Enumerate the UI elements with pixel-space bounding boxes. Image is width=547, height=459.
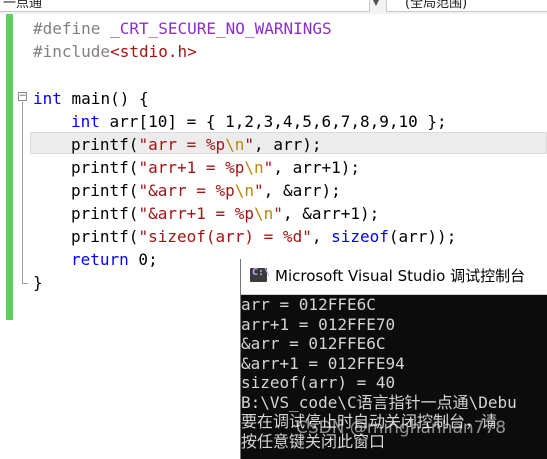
- code-line-array[interactable]: int arr[10] = { 1,2,3,4,5,6,7,8,9,10 };: [71, 110, 447, 133]
- code-text: , arr);: [254, 135, 322, 154]
- fold-guide-end: [22, 283, 28, 284]
- fold-guide-line: [22, 102, 23, 284]
- code-line-printf-3[interactable]: printf("&arr = %p\n", &arr);: [71, 179, 341, 202]
- scope-dropdown-right[interactable]: (全局范围): [386, 0, 547, 12]
- string-literal: ": [263, 158, 274, 177]
- code-text: printf(: [71, 227, 139, 246]
- code-text: printf(: [71, 204, 139, 223]
- change-tracking-bar: [6, 14, 13, 320]
- code-text: }: [33, 273, 43, 292]
- chevron-down-icon[interactable]: ▼: [369, 0, 383, 12]
- code-text: , &arr+1);: [282, 204, 380, 223]
- keyword: int: [33, 89, 62, 108]
- code-text: printf(: [71, 181, 139, 200]
- csdn-watermark: CSDN @minghanhan778: [296, 418, 507, 438]
- keyword: int: [71, 112, 100, 131]
- console-line: &arr = 012FFE6C: [241, 334, 386, 353]
- console-line: arr = 012FFE6C: [241, 295, 376, 314]
- code-text: (arr));: [388, 227, 457, 246]
- string-literal: "sizeof(arr) = %d": [138, 227, 312, 246]
- code-text: ,: [311, 227, 332, 246]
- code-line-printf-4[interactable]: printf("&arr+1 = %p\n", &arr+1);: [71, 202, 379, 225]
- preprocessor-directive: #define: [33, 19, 101, 38]
- console-line: arr+1 = 012FFE70: [241, 314, 396, 334]
- console-title: Microsoft Visual Studio 调试控制台: [275, 267, 526, 285]
- code-line-include[interactable]: #include<stdio.h>: [33, 40, 197, 63]
- code-text: main() {: [61, 89, 149, 108]
- code-line-printf-5[interactable]: printf("sizeof(arr) = %d", sizeof(arr));: [71, 225, 456, 248]
- code-line-define[interactable]: #define _CRT_SECURE_NO_WARNINGS: [33, 17, 332, 40]
- scope-dropdown-left-value: 一点通: [3, 0, 43, 11]
- macro-name: _CRT_SECURE_NO_WARNINGS: [100, 19, 332, 38]
- scope-dropdown-left[interactable]: 一点通: [0, 0, 370, 12]
- editor-navigation-bar: 一点通 ▼ (全局范围): [0, 0, 547, 15]
- code-line-printf-2[interactable]: printf("arr+1 = %p\n", arr+1);: [71, 156, 360, 179]
- code-text: arr[10] = { 1,2,3,4,5,6,7,8,9,10 };: [99, 112, 447, 131]
- console-line: &arr+1 = 012FFE94: [241, 353, 405, 373]
- string-literal: "arr = %p: [138, 135, 226, 154]
- string-literal: ": [254, 181, 264, 200]
- code-line-main[interactable]: int main() {: [33, 87, 149, 110]
- code-line-close[interactable]: }: [33, 271, 43, 294]
- string-literal: "&arr+1 = %p: [138, 204, 255, 223]
- code-text: printf(: [71, 158, 139, 177]
- code-line-printf-1[interactable]: printf("arr = %p\n", arr);: [71, 133, 321, 156]
- console-title-bar[interactable]: C:\ Microsoft Visual Studio 调试控制台: [241, 259, 547, 295]
- code-text: , arr+1);: [273, 158, 361, 177]
- string-literal: "&arr = %p: [138, 181, 235, 200]
- string-literal: ": [273, 204, 283, 223]
- code-text: 0;: [128, 250, 158, 269]
- keyword: sizeof: [331, 227, 389, 246]
- visual-studio-icon: C:\: [250, 267, 270, 282]
- code-text: , &arr);: [263, 181, 341, 200]
- scope-dropdown-right-value: (全局范围): [405, 0, 468, 11]
- escape-sequence: \n: [225, 135, 245, 154]
- keyword: return: [71, 250, 129, 269]
- include-file: <stdio.h>: [110, 42, 197, 61]
- string-literal: "arr+1 = %p: [138, 158, 245, 177]
- escape-sequence: \n: [244, 158, 264, 177]
- code-line-return[interactable]: return 0;: [71, 248, 158, 271]
- preprocessor-directive: #include: [33, 42, 111, 61]
- code-text: printf(: [71, 135, 139, 154]
- console-line: sizeof(arr) = 40: [241, 373, 396, 392]
- escape-sequence: \n: [254, 204, 274, 223]
- collapse-icon[interactable]: −: [18, 92, 27, 101]
- string-literal: ": [244, 135, 255, 154]
- console-line: B:\VS_code\C语言指针一点通\Debu: [241, 392, 517, 412]
- escape-sequence: \n: [234, 181, 255, 200]
